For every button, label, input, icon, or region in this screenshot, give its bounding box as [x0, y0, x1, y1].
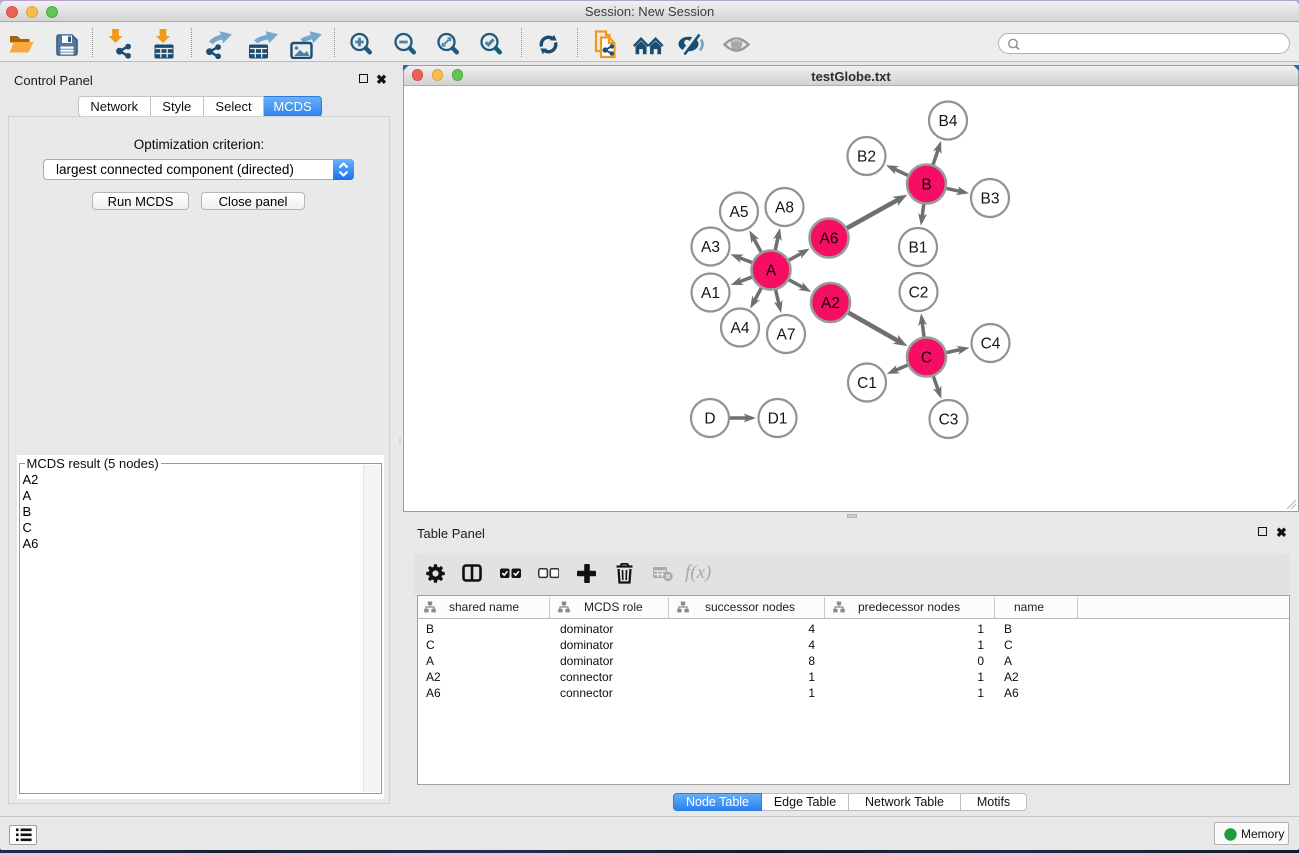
svg-text:A5: A5 — [730, 204, 749, 221]
svg-text:A3: A3 — [701, 239, 720, 256]
svg-text:C3: C3 — [939, 411, 959, 428]
svg-text:A4: A4 — [731, 320, 750, 337]
svg-text:A: A — [766, 262, 777, 279]
svg-text:D: D — [704, 410, 715, 427]
svg-text:B3: B3 — [981, 190, 1000, 207]
svg-text:A1: A1 — [701, 285, 720, 302]
svg-text:C: C — [921, 349, 932, 366]
svg-text:f(x): f(x) — [685, 562, 711, 583]
svg-text:A8: A8 — [775, 199, 794, 216]
svg-text:C1: C1 — [857, 375, 877, 392]
svg-text:A7: A7 — [777, 326, 796, 343]
svg-text:B1: B1 — [909, 239, 928, 256]
svg-text:D1: D1 — [768, 410, 788, 427]
svg-text:C4: C4 — [981, 335, 1001, 352]
svg-text:A6: A6 — [820, 230, 839, 247]
svg-text:B2: B2 — [857, 148, 876, 165]
svg-text:A2: A2 — [821, 295, 840, 312]
svg-text:C2: C2 — [909, 284, 929, 301]
svg-text:B: B — [921, 176, 931, 193]
svg-text:B4: B4 — [939, 113, 958, 130]
